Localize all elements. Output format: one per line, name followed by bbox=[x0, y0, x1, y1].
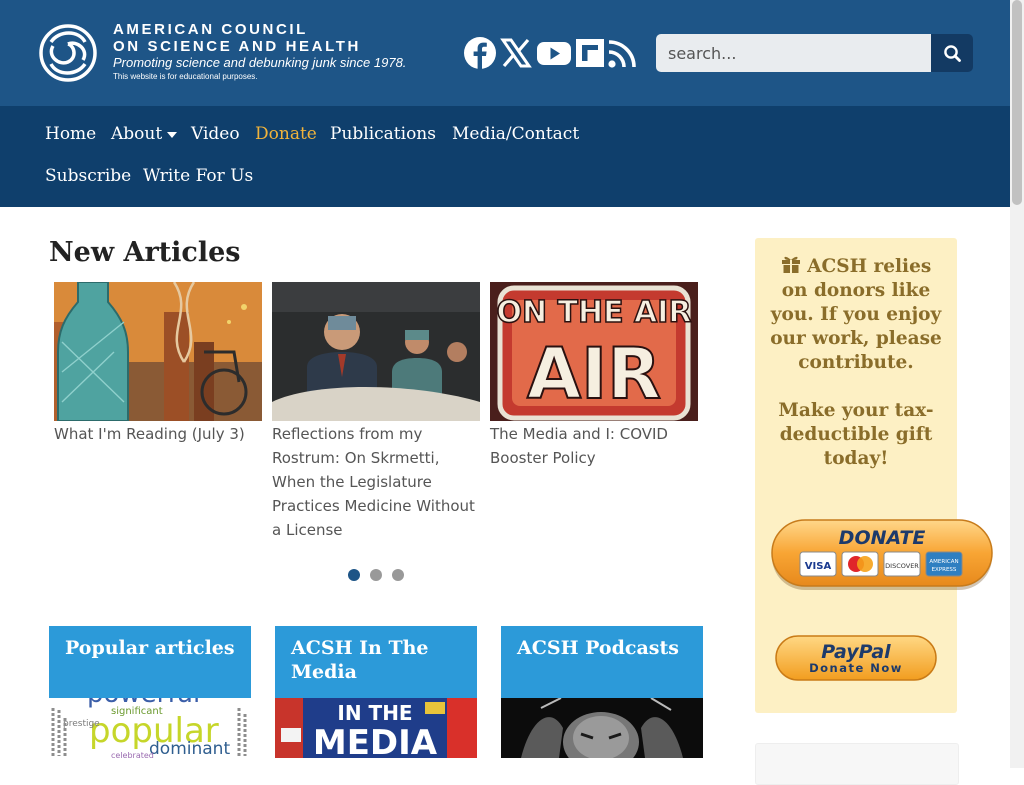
rss-icon[interactable] bbox=[606, 36, 638, 70]
paypal-donate-now-label: Donate Now bbox=[809, 661, 903, 675]
svg-text:AIR: AIR bbox=[527, 333, 661, 415]
article-3-image[interactable]: ON THE AIR AIR bbox=[490, 282, 698, 421]
nav-home[interactable]: Home bbox=[45, 123, 96, 145]
donor-appeal-label: ACSH relies on donors like you. If you e… bbox=[770, 256, 942, 373]
carousel-dot-3[interactable] bbox=[392, 569, 404, 581]
sidebar-next-box bbox=[755, 743, 959, 785]
search-input[interactable] bbox=[656, 34, 931, 72]
article-1-title[interactable]: What I'm Reading (July 3) bbox=[54, 422, 262, 446]
article-2-image[interactable] bbox=[272, 282, 480, 421]
article-2-title[interactable]: Reflections from my Rostrum: On Skrmetti… bbox=[272, 422, 480, 542]
acsh-podcasts-card-image[interactable] bbox=[501, 698, 703, 758]
new-articles-heading: New Articles bbox=[49, 237, 241, 268]
logo-title-line-1[interactable]: AMERICAN COUNCIL bbox=[113, 21, 308, 38]
search-button[interactable] bbox=[931, 34, 973, 72]
nav-donate[interactable]: Donate bbox=[255, 123, 317, 145]
flipboard-icon[interactable] bbox=[575, 36, 605, 70]
word-cloud-celebrated: celebrated bbox=[111, 751, 154, 758]
logo-disclaimer: This website is for educational purposes… bbox=[113, 72, 258, 81]
youtube-icon[interactable] bbox=[536, 36, 572, 70]
logo-title-line-2[interactable]: ON SCIENCE AND HEALTH bbox=[113, 38, 361, 55]
gift-icon bbox=[781, 256, 800, 273]
acsh-logo-icon[interactable] bbox=[37, 22, 99, 84]
in-the-media-image-text-2: MEDIA bbox=[313, 723, 438, 758]
paypal-donate-button[interactable]: PayPal Donate Now bbox=[775, 635, 937, 681]
main-nav bbox=[0, 106, 1010, 207]
facebook-icon[interactable] bbox=[463, 36, 497, 70]
donate-button-label: DONATE bbox=[839, 527, 926, 549]
carousel-dot-1[interactable] bbox=[348, 569, 360, 581]
article-1-image[interactable] bbox=[54, 282, 262, 421]
logo-tagline: Promoting science and debunking junk sin… bbox=[113, 55, 407, 70]
nav-subscribe[interactable]: Subscribe bbox=[45, 165, 131, 187]
acsh-podcasts-card-title[interactable]: ACSH Podcasts bbox=[501, 626, 703, 698]
donor-appeal-text: ACSH relies on donors like you. If you e… bbox=[766, 255, 946, 375]
donor-gift-text: Make your tax-deductible gift today! bbox=[778, 400, 934, 469]
x-icon[interactable] bbox=[499, 36, 533, 70]
visa-card-label: VISA bbox=[805, 561, 832, 572]
donate-button[interactable]: DONATE VISA DISCOVER AMERICAN EXPRESS bbox=[770, 518, 994, 594]
nav-about[interactable]: About bbox=[111, 123, 178, 145]
nav-video[interactable]: Video bbox=[191, 123, 240, 145]
word-cloud-dominant: dominant bbox=[149, 739, 230, 758]
scrollbar-thumb[interactable] bbox=[1012, 0, 1022, 205]
acsh-in-the-media-card-title[interactable]: ACSH In The Media bbox=[275, 626, 477, 698]
word-cloud-prestige: prestige bbox=[63, 719, 100, 729]
chevron-down-icon bbox=[167, 131, 178, 138]
search-icon bbox=[944, 45, 961, 62]
nav-about-label: About bbox=[111, 124, 163, 144]
svg-text:EXPRESS: EXPRESS bbox=[932, 567, 957, 573]
nav-media-contact[interactable]: Media/Contact bbox=[452, 123, 579, 145]
carousel-dot-2[interactable] bbox=[370, 569, 382, 581]
discover-card-label: DISCOVER bbox=[885, 562, 919, 570]
svg-text:AMERICAN: AMERICAN bbox=[929, 559, 958, 565]
nav-publications[interactable]: Publications bbox=[330, 123, 436, 145]
paypal-label: PayPal bbox=[821, 641, 891, 663]
article-3-title[interactable]: The Media and I: COVID Booster Policy bbox=[490, 422, 698, 470]
in-the-media-image-text-1: IN THE bbox=[337, 701, 412, 725]
popular-articles-card-image[interactable]: powerful significant popular dominant pr… bbox=[49, 698, 251, 758]
acsh-in-the-media-card-image[interactable]: IN THE MEDIA bbox=[275, 698, 477, 758]
popular-articles-card-title[interactable]: Popular articles bbox=[49, 626, 251, 698]
on-the-air-sign-text: ON THE AIR bbox=[496, 295, 691, 330]
nav-write-for-us[interactable]: Write For Us bbox=[143, 165, 253, 187]
